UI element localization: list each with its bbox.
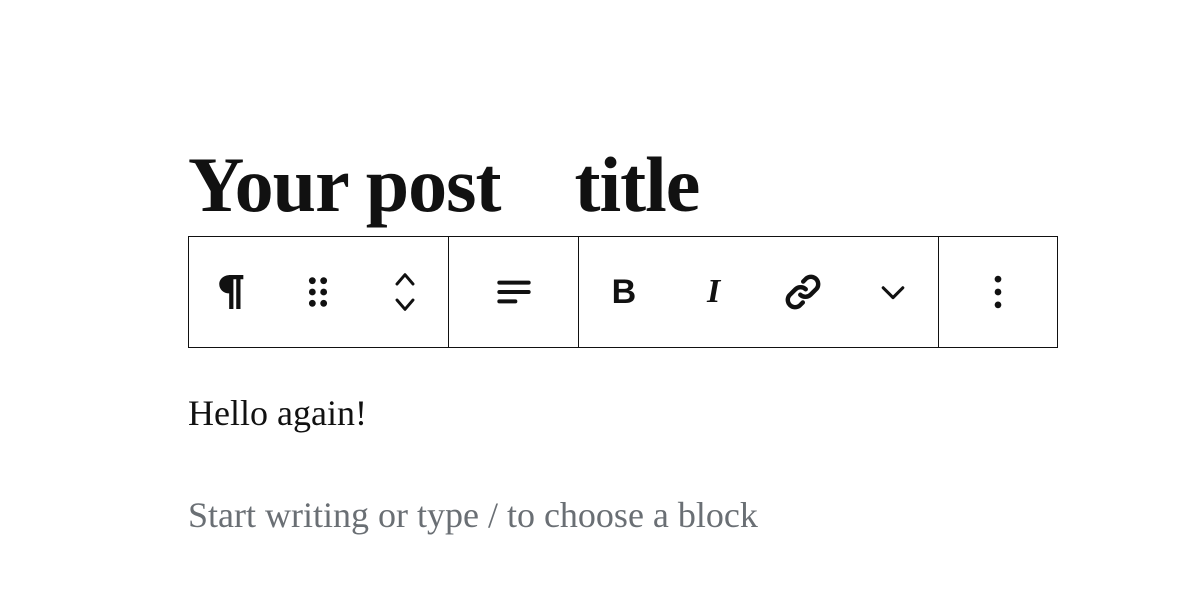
block-options-icon[interactable] xyxy=(966,260,1030,324)
italic-button[interactable]: I xyxy=(682,260,746,324)
drag-handle-icon[interactable] xyxy=(286,260,350,324)
block-editor: Your post title xyxy=(0,0,1200,536)
italic-label: I xyxy=(707,273,720,311)
more-formatting-chevron-icon[interactable] xyxy=(861,260,925,324)
empty-block-placeholder[interactable]: Start writing or type / to choose a bloc… xyxy=(188,494,1060,536)
align-icon[interactable] xyxy=(482,260,546,324)
paragraph-block-icon[interactable] xyxy=(200,260,264,324)
post-title[interactable]: Your post title xyxy=(188,140,1060,230)
paragraph-block[interactable]: Hello again! xyxy=(188,392,1060,434)
move-up-down-icon[interactable] xyxy=(373,260,437,324)
block-toolbar: B I xyxy=(188,236,1058,348)
toolbar-group-options xyxy=(939,237,1057,347)
link-icon xyxy=(781,270,825,314)
bold-button[interactable]: B xyxy=(592,260,656,324)
toolbar-group-align xyxy=(449,237,579,347)
toolbar-group-format: B I xyxy=(579,237,939,347)
link-button[interactable] xyxy=(771,260,835,324)
toolbar-group-block xyxy=(189,237,449,347)
bold-label: B xyxy=(612,273,637,312)
